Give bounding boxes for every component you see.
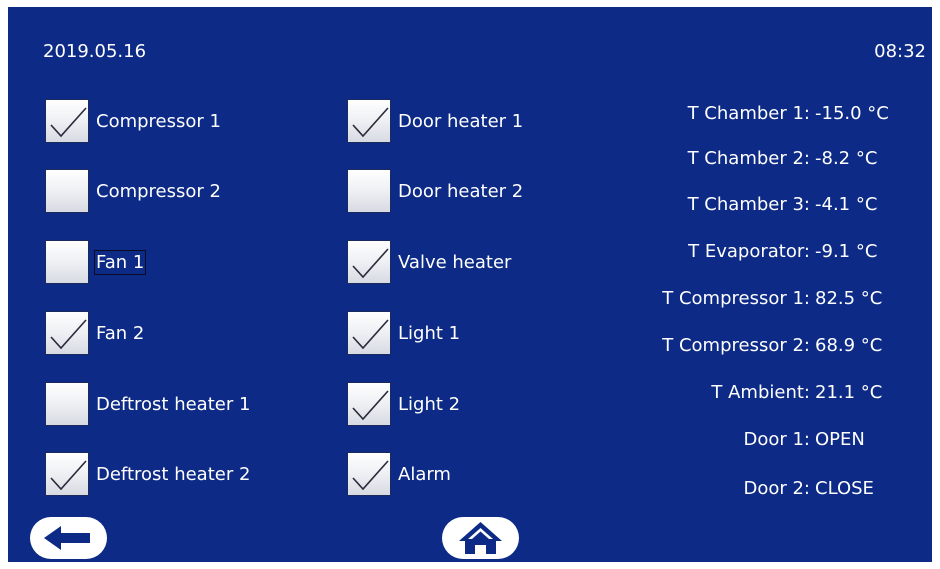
checkmark-icon [352,107,389,138]
checkbox-label: Door heater 1 [398,110,524,132]
output-row-fan-2[interactable]: Fan 2 [45,311,144,355]
output-row-light-1[interactable]: Light 1 [347,311,460,355]
output-row-light-2[interactable]: Light 2 [347,382,460,426]
reading-label-chamber-3: T Chamber 3: [687,194,810,215]
date-display: 2019.05.16 [43,41,147,62]
reading-label-chamber-2: T Chamber 2: [687,148,810,169]
checkmark-icon [50,319,87,350]
reading-label-door-2: Door 2: [743,478,810,499]
checkbox-compressor-1[interactable] [45,99,89,143]
output-row-compressor-2[interactable]: Compressor 2 [45,169,221,213]
checkmark-icon [50,107,87,138]
checkbox-label: Fan 2 [96,322,145,344]
reading-value-chamber-1: -15.0 °C [815,103,889,124]
checkmark-icon [352,248,389,279]
reading-value-compressor-2: 68.9 °C [815,335,883,356]
reading-label-door-1: Door 1: [743,429,810,450]
checkbox-defrost-heater-1[interactable] [45,382,89,426]
checkbox-label: Compressor 1 [96,110,221,132]
reading-value-door-1: OPEN [815,429,865,450]
time-display: 08:32 [874,41,926,62]
output-row-door-heater-1[interactable]: Door heater 1 [347,99,523,143]
checkbox-compressor-2[interactable] [45,169,89,213]
output-row-door-heater-2[interactable]: Door heater 2 [347,169,523,213]
checkbox-label: Valve heater [398,251,512,273]
reading-value-evaporator: -9.1 °C [815,241,878,262]
output-row-valve-heater[interactable]: Valve heater [347,240,511,284]
checkbox-label: Fan 1 [93,249,147,275]
checkbox-door-heater-1[interactable] [347,99,391,143]
checkbox-label: Light 2 [398,393,461,415]
checkbox-label: Door heater 2 [398,180,524,202]
checkbox-label: Light 1 [398,322,461,344]
output-row-fan-1[interactable]: Fan 1 [45,240,147,284]
checkbox-fan-2[interactable] [45,311,89,355]
checkbox-defrost-heater-2[interactable] [45,452,89,496]
back-button[interactable] [30,517,107,559]
checkbox-light-2[interactable] [347,382,391,426]
reading-value-door-2: CLOSE [815,478,874,499]
checkbox-label: Compressor 2 [96,180,221,202]
reading-label-chamber-1: T Chamber 1: [687,103,810,124]
checkbox-label: Deftrost heater 2 [96,463,251,485]
reading-value-chamber-3: -4.1 °C [815,194,878,215]
checkbox-door-heater-2[interactable] [347,169,391,213]
output-row-compressor-1[interactable]: Compressor 1 [45,99,221,143]
reading-value-ambient: 21.1 °C [815,382,883,403]
home-button[interactable] [442,517,519,559]
checkbox-label: Alarm [398,463,451,485]
output-row-alarm[interactable]: Alarm [347,452,451,496]
checkmark-icon [352,319,389,350]
reading-label-ambient: T Ambient: [711,382,810,403]
checkbox-alarm[interactable] [347,452,391,496]
checkmark-icon [50,460,87,491]
checkmark-icon [352,460,389,491]
output-row-defrost-heater-2[interactable]: Deftrost heater 2 [45,452,250,496]
reading-label-compressor-1: T Compressor 1: [662,288,810,309]
reading-label-evaporator: T Evaporator: [688,241,810,262]
reading-label-compressor-2: T Compressor 2: [662,335,810,356]
control-panel-screen: 2019.05.16 08:32 Compressor 1 Compressor… [8,7,932,562]
checkbox-valve-heater[interactable] [347,240,391,284]
reading-value-chamber-2: -8.2 °C [815,148,878,169]
output-row-defrost-heater-1[interactable]: Deftrost heater 1 [45,382,250,426]
checkbox-light-1[interactable] [347,311,391,355]
checkbox-label: Deftrost heater 1 [96,393,251,415]
reading-value-compressor-1: 82.5 °C [815,288,883,309]
checkmark-icon [352,390,389,421]
checkbox-fan-1[interactable] [45,240,89,284]
